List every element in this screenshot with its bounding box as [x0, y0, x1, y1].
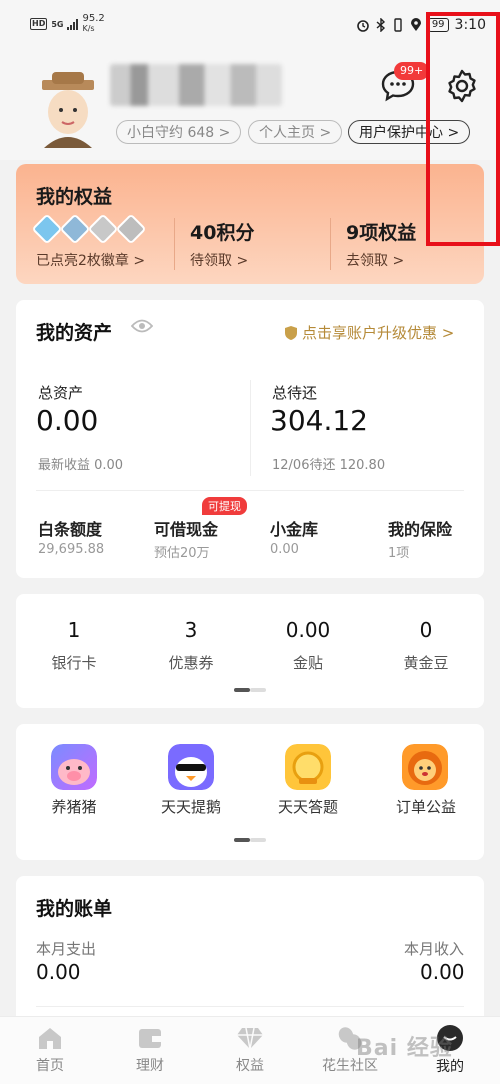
eye-icon[interactable] — [131, 318, 153, 334]
latest-earnings: 最新收益 0.00 — [38, 458, 124, 473]
benefits-link[interactable]: 去领取 > — [346, 250, 404, 270]
expense-value: 0.00 — [36, 960, 81, 984]
medal-icon — [87, 213, 119, 245]
medal-icon — [59, 213, 91, 245]
medal-icon — [115, 213, 147, 245]
pager-dot — [250, 838, 266, 842]
divider — [36, 1006, 464, 1007]
expense-label: 本月支出 — [36, 940, 97, 958]
my-insurance[interactable]: 我的保险 — [388, 516, 452, 540]
pager-dot — [250, 688, 266, 692]
net-speed-unit: K/s — [82, 24, 95, 33]
upgrade-link[interactable]: 点击享账户升级优惠 > — [284, 322, 454, 343]
bank-card-count[interactable]: 1 — [24, 618, 124, 642]
divider — [250, 380, 251, 476]
total-assets-label: 总资产 — [38, 384, 84, 402]
quiz-icon[interactable] — [285, 744, 331, 790]
gold-bean-label[interactable]: 黄金豆 — [376, 652, 476, 673]
medal-row[interactable] — [31, 213, 147, 245]
shield-icon — [285, 325, 297, 340]
goose-icon[interactable] — [168, 744, 214, 790]
tab-rights-label: 权益 — [236, 1058, 264, 1074]
watermark: Bai 经验 — [356, 1036, 453, 1061]
pager-dot-active — [234, 688, 250, 692]
pig-label[interactable]: 养猪猪 — [24, 796, 124, 817]
location-icon — [410, 18, 421, 31]
repay-value[interactable]: 304.12 — [270, 404, 368, 437]
personal-homepage-chip[interactable]: 个人主页 > — [248, 120, 343, 144]
baitiao-value: 29,695.88 — [38, 542, 105, 557]
wallet-icon — [139, 1029, 161, 1048]
medal-icon — [31, 213, 63, 245]
baitiao-limit[interactable]: 白条额度 — [38, 516, 102, 540]
subsidy-label[interactable]: 金贴 — [258, 652, 358, 673]
borrow-estimate: 预估20万 — [154, 546, 210, 561]
tab-finance-label: 理财 — [136, 1058, 164, 1074]
small-vault-value: 0.00 — [270, 542, 299, 557]
goose-label[interactable]: 天天提鹅 — [141, 796, 241, 817]
income-label: 本月收入 — [404, 940, 465, 958]
home-icon — [39, 1028, 61, 1049]
points-value[interactable]: 40积分 — [190, 218, 254, 245]
bluetooth-icon — [376, 18, 385, 32]
avatar[interactable] — [36, 72, 100, 148]
repay-label: 总待还 — [272, 384, 318, 402]
divider — [330, 218, 331, 270]
total-assets-value[interactable]: 0.00 — [36, 404, 98, 437]
benefits-value[interactable]: 9项权益 — [346, 218, 416, 245]
insurance-count: 1项 — [388, 546, 410, 561]
pig-icon[interactable] — [51, 744, 97, 790]
username-blurred — [110, 64, 282, 106]
lion-icon[interactable] — [402, 744, 448, 790]
alarm-icon — [357, 20, 369, 32]
hd-indicator: HD — [30, 18, 48, 30]
credit-score-chip[interactable]: 小白守约 648 > — [116, 120, 242, 144]
subsidy-value[interactable]: 0.00 — [258, 618, 358, 642]
net-speed: 95.2 — [82, 13, 105, 24]
diamond-icon — [237, 1027, 263, 1050]
bill-title: 我的账单 — [36, 898, 113, 920]
points-link[interactable]: 待领取 > — [190, 250, 248, 270]
coupon-label[interactable]: 优惠券 — [141, 652, 241, 673]
charity-label[interactable]: 订单公益 — [376, 796, 476, 817]
highlight-box — [426, 12, 500, 246]
income-value: 0.00 — [420, 960, 465, 984]
network-type: 5G — [51, 19, 64, 29]
assets-title: 我的资产 — [36, 322, 113, 344]
withdraw-tag: 可提现 — [202, 497, 247, 515]
quiz-label[interactable]: 天天答题 — [258, 796, 358, 817]
gold-bean-count[interactable]: 0 — [376, 618, 476, 642]
tab-rights[interactable]: 权益 — [200, 1016, 300, 1084]
vibrate-icon — [394, 18, 402, 32]
tab-home-label: 首页 — [36, 1058, 64, 1074]
message-badge: 99+ — [394, 62, 430, 80]
tab-finance[interactable]: 理财 — [100, 1016, 200, 1084]
signal-icon — [67, 18, 79, 30]
small-vault[interactable]: 小金库 — [270, 516, 318, 540]
upgrade-text: 点击享账户升级优惠 > — [302, 324, 455, 342]
coupon-count[interactable]: 3 — [141, 618, 241, 642]
medals-link[interactable]: 已点亮2枚徽章 > — [36, 250, 145, 270]
tab-home[interactable]: 首页 — [0, 1016, 100, 1084]
borrow-cash[interactable]: 可借现金 — [154, 516, 218, 540]
status-left: HD 5G 95.2 K/s — [30, 14, 105, 34]
next-repay: 12/06待还 120.80 — [272, 458, 386, 473]
pager-dot-active — [234, 838, 250, 842]
bank-card-label[interactable]: 银行卡 — [24, 652, 124, 673]
divider — [174, 218, 175, 270]
rights-title: 我的权益 — [36, 186, 113, 208]
divider — [36, 490, 464, 491]
